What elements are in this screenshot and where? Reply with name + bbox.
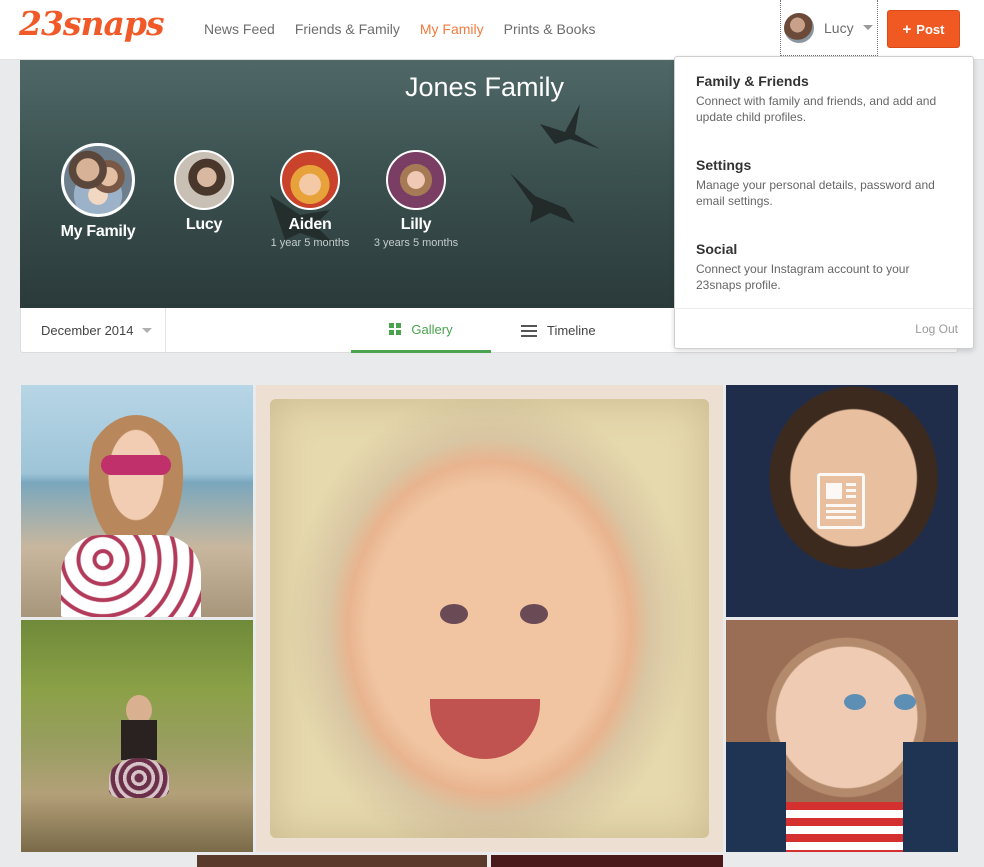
avatar [386,150,446,210]
bird-decoration [540,104,600,149]
profile-lucy[interactable]: Lucy [144,150,264,234]
menu-item-description: Connect your Instagram account to your 2… [696,262,910,292]
photo-subject [894,694,916,710]
tab-timeline[interactable]: Timeline [521,308,596,353]
grid-icon [389,323,402,335]
plus-icon: + [902,20,912,38]
chevron-down-icon [141,327,152,333]
photo-subject [520,604,548,624]
top-navbar: 23snaps News Feed Friends & Family My Fa… [0,0,984,60]
photo-subject [101,455,171,475]
photo-subject [430,699,540,759]
photo-girl-sunglasses[interactable] [21,385,253,617]
photo-toddler-smiling[interactable] [726,385,958,617]
photo-subject [844,694,866,710]
nav-prints-books[interactable]: Prints & Books [504,21,596,37]
profile-age: 3 years 5 months [373,237,459,249]
user-name: Lucy [824,19,854,36]
profile-lilly[interactable]: Lilly 3 years 5 months [356,150,476,249]
month-label: December 2014 [41,322,134,338]
menu-item-title: Settings [696,157,752,173]
tab-gallery[interactable]: Gallery [351,308,491,353]
user-menu-toggle[interactable]: Lucy [780,0,878,56]
chevron-down-icon [862,25,873,30]
profile-aiden[interactable]: Aiden 1 year 5 months [250,150,370,249]
menu-item-description: Connect with family and friends, and add… [696,94,937,124]
profile-name: Lucy [185,216,223,233]
nav-friends-family[interactable]: Friends & Family [295,21,400,37]
profile-name: Aiden [288,216,332,233]
photo-toddler-path[interactable] [21,620,253,852]
main-nav: News Feed Friends & Family My Family Pri… [204,21,595,37]
photo-image [270,399,709,838]
tab-label: Gallery [411,321,453,337]
family-title: Jones Family [405,72,565,102]
nav-my-family[interactable]: My Family [420,21,484,37]
menu-item-title: Family & Friends [696,73,809,89]
post-button-label: Post [916,21,945,37]
user-avatar [784,12,814,43]
family-hero-banner: Jones Family My Family Lucy Aiden 1 year… [20,60,674,308]
menu-item-title: Social [696,241,738,257]
photo-strip-partial[interactable] [197,855,487,867]
profile-name: My Family [60,223,136,240]
tab-label: Timeline [547,323,596,338]
photo-baby-laughing[interactable] [256,385,723,852]
menu-item-social[interactable]: Social Connect your Instagram account to… [696,241,956,293]
avatar [174,150,234,210]
user-dropdown-menu: Family & Friends Connect with family and… [674,56,974,349]
photo-subject [726,742,786,852]
photo-subject [109,758,169,798]
photo-subject [786,802,903,852]
photo-subject [440,604,468,624]
profile-name: Lilly [400,216,432,233]
photo-subject [903,742,958,852]
post-button[interactable]: + Post [887,10,960,48]
menu-footer: Log Out [675,308,973,348]
logo[interactable]: 23snaps [19,4,165,43]
photo-strip-partial[interactable] [491,855,723,867]
menu-item-family-friends[interactable]: Family & Friends Connect with family and… [696,73,956,125]
menu-item-description: Manage your personal details, password a… [696,178,935,208]
photo-blue-eyed-toddler[interactable] [726,620,958,852]
avatar [280,150,340,210]
menu-item-settings[interactable]: Settings Manage your personal details, p… [696,157,956,209]
list-icon [521,324,537,337]
month-selector[interactable]: December 2014 [21,308,166,352]
article-icon[interactable] [817,473,865,529]
profile-my-family[interactable]: My Family [38,143,158,241]
bird-decoration [510,173,575,223]
profile-age: 1 year 5 months [270,237,350,249]
avatar [61,143,135,217]
logout-link[interactable]: Log Out [915,322,958,336]
photo-subject [61,535,201,617]
photo-subject [121,720,157,760]
nav-news-feed[interactable]: News Feed [204,21,275,37]
